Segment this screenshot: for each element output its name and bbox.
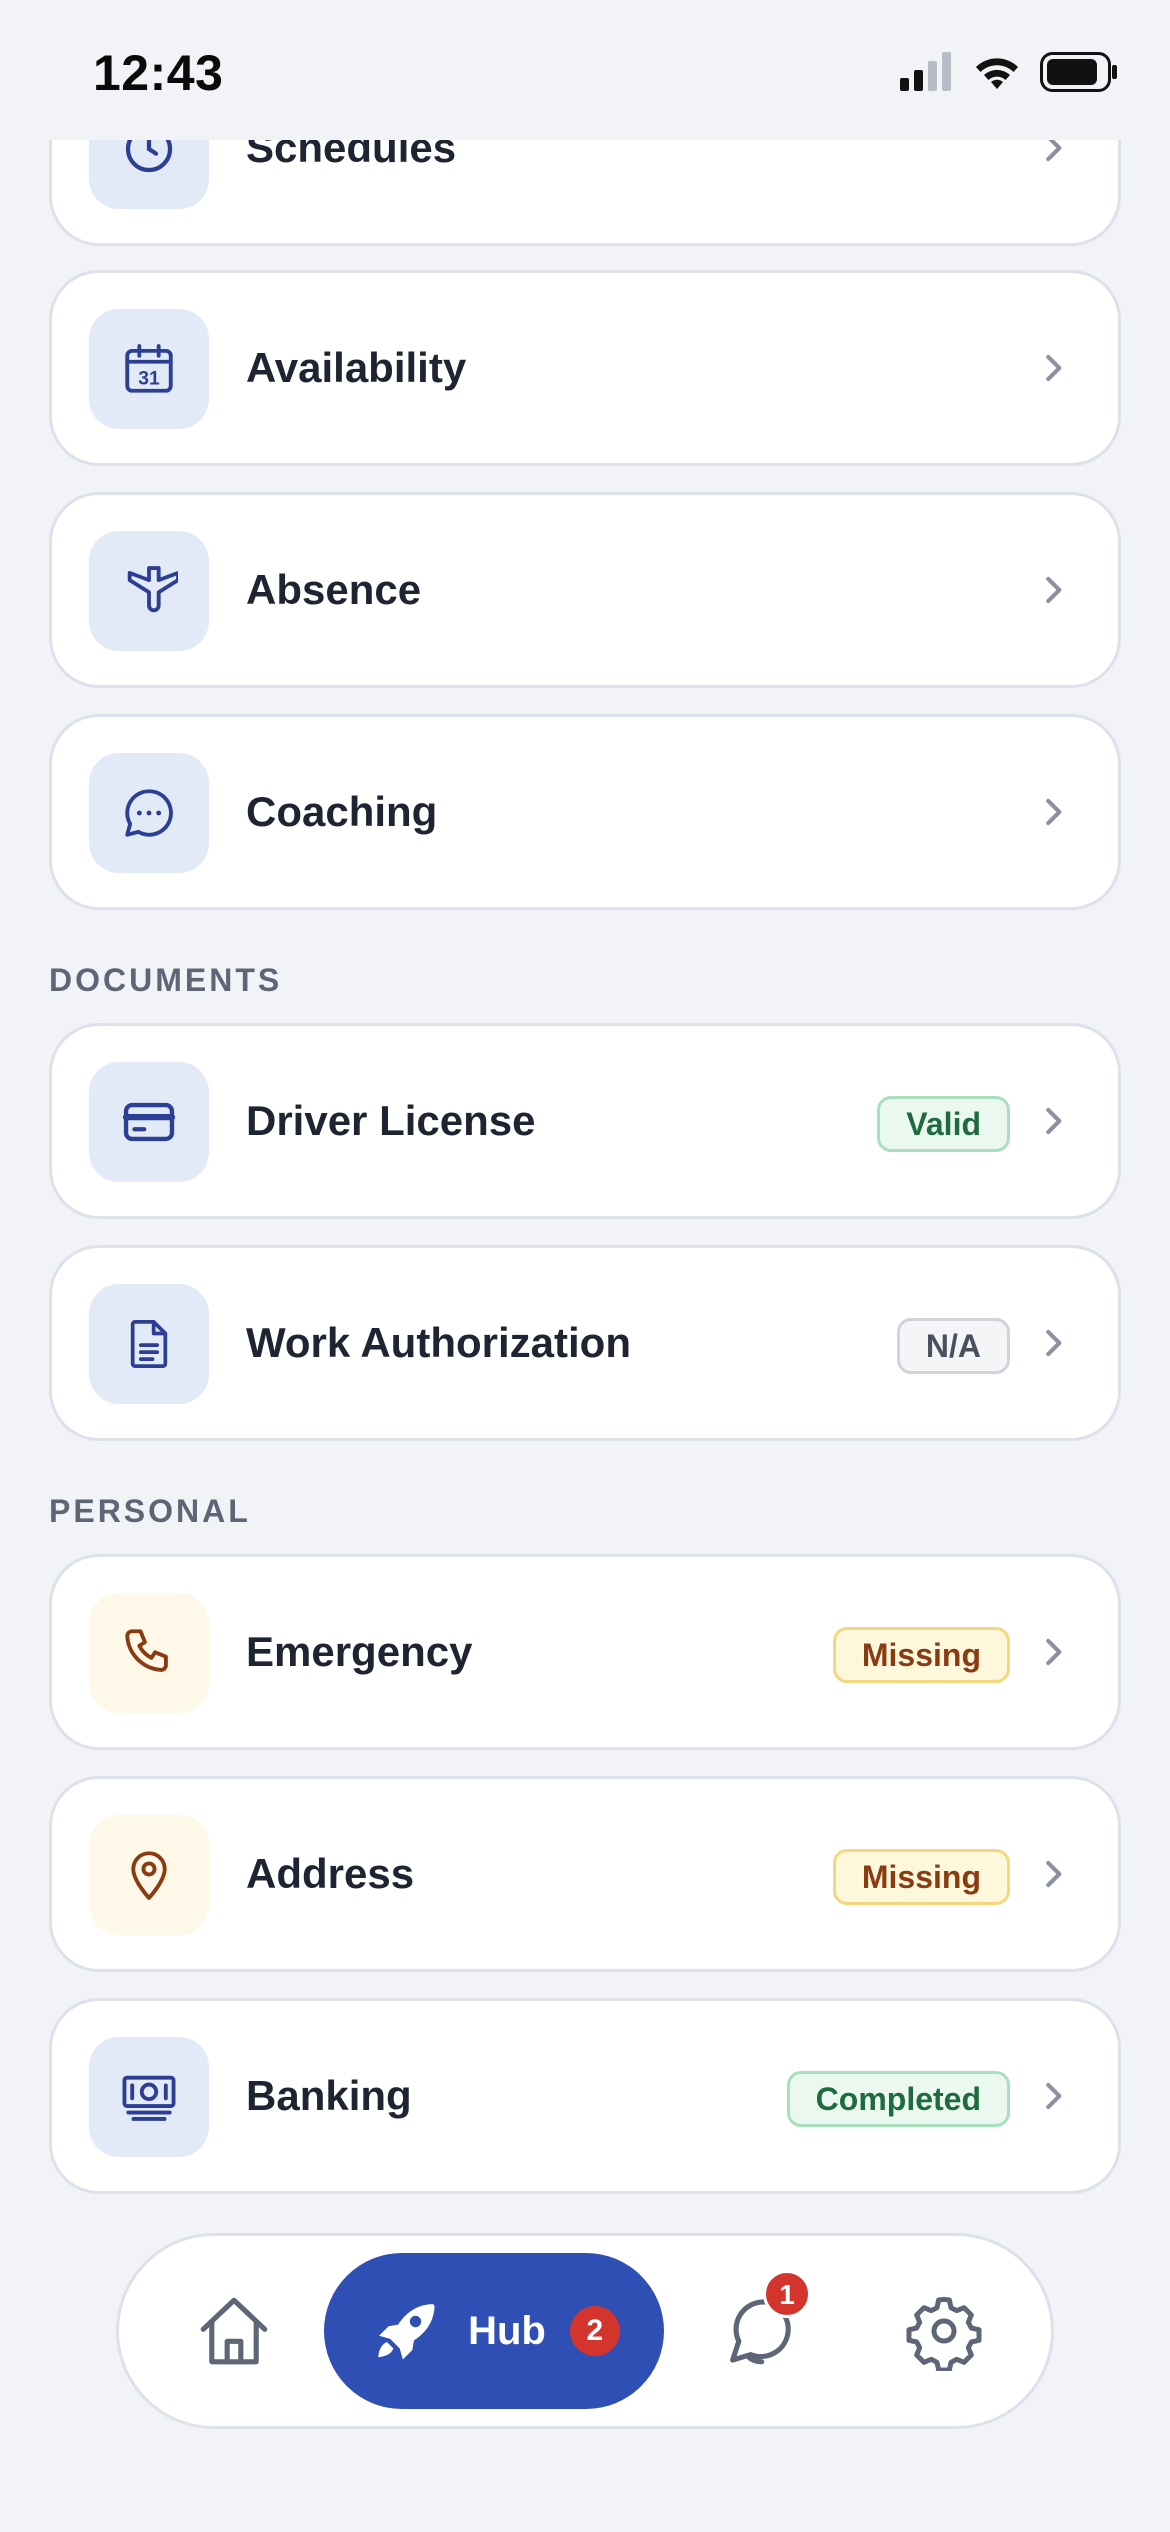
status-icons [900, 52, 1118, 92]
location-pin-icon-box [89, 1815, 209, 1935]
home-icon [200, 2297, 268, 2365]
chevron-right-icon [1046, 1860, 1062, 1888]
hub-scroll-view[interactable]: Schedules 31 Availability Absence Coachi… [0, 0, 1170, 2532]
cash-icon-box [89, 2037, 209, 2157]
cash-icon [122, 2075, 176, 2121]
phone-icon-box [89, 1593, 209, 1713]
hub-notification-badge: 2 [569, 2306, 620, 2356]
row-coaching[interactable]: Coaching [49, 714, 1121, 910]
card-icon-box [89, 1062, 209, 1182]
section-title-documents: DOCUMENTS [49, 962, 283, 998]
phone-icon [125, 1629, 168, 1672]
row-driver-license[interactable]: Driver License Valid [49, 1023, 1121, 1219]
row-label: Emergency [246, 1628, 473, 1675]
status-badge: Missing [832, 1627, 1010, 1683]
section-title-personal: PERSONAL [49, 1493, 251, 1529]
chat-bubble-icon-box [89, 753, 209, 873]
location-pin-icon [131, 1851, 167, 1900]
tab-home[interactable] [179, 2276, 289, 2386]
row-label: Address [246, 1850, 415, 1897]
document-icon-box [89, 1284, 209, 1404]
tab-hub-label: Hub [468, 2308, 546, 2353]
chevron-right-icon [1046, 354, 1062, 382]
status-badge: Missing [832, 1849, 1010, 1905]
row-label: Banking [246, 2072, 412, 2119]
row-absence[interactable]: Absence [49, 492, 1121, 688]
row-availability[interactable]: 31 Availability [49, 270, 1121, 466]
chevron-right-icon [1046, 1329, 1062, 1357]
chevron-right-icon [1046, 1638, 1062, 1666]
status-badge: Valid [877, 1096, 1010, 1152]
row-emergency[interactable]: Emergency Missing [49, 1554, 1121, 1750]
svg-text:31: 31 [138, 369, 160, 390]
row-label: Driver License [246, 1097, 536, 1144]
calendar-icon: 31 [125, 344, 173, 393]
battery-icon [1040, 52, 1117, 92]
chevron-right-icon [1046, 2082, 1062, 2110]
status-badge: N/A [896, 1318, 1010, 1374]
gear-icon [906, 2296, 982, 2371]
tab-settings[interactable] [889, 2276, 999, 2386]
status-bar: 12:43 [0, 0, 1170, 140]
row-label: Work Authorization [246, 1319, 631, 1366]
chat-bubble-icon [125, 789, 173, 837]
row-label: Coaching [246, 788, 438, 835]
messages-notification-badge: 1 [763, 2270, 811, 2318]
chevron-right-icon [1046, 1107, 1062, 1135]
row-label: Availability [246, 344, 467, 391]
status-badge: Completed [786, 2071, 1010, 2127]
chevron-right-icon [1046, 576, 1062, 604]
tab-hub[interactable]: Hub 2 [324, 2253, 664, 2409]
wifi-icon [976, 58, 1018, 89]
plane-icon-box [89, 531, 209, 651]
row-label: Absence [246, 566, 422, 613]
document-icon [130, 1319, 168, 1369]
cellular-signal-icon [900, 52, 951, 91]
status-time: 12:43 [93, 45, 224, 101]
tab-messages[interactable]: 1 [705, 2270, 815, 2386]
card-icon [122, 1102, 176, 1142]
row-work-authorization[interactable]: Work Authorization N/A [49, 1245, 1121, 1441]
rocket-icon [378, 2304, 435, 2360]
plane-icon [127, 566, 178, 613]
row-banking[interactable]: Banking Completed [49, 1998, 1121, 2194]
row-address[interactable]: Address Missing [49, 1776, 1121, 1972]
chevron-right-icon [1046, 798, 1062, 826]
calendar-icon-box: 31 [89, 309, 209, 429]
bottom-tab-bar: Hub 2 1 [116, 2233, 1054, 2429]
